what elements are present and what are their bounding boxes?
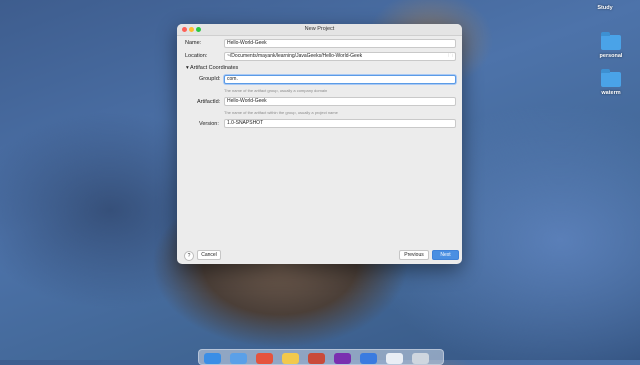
dock-app-app-5-icon[interactable]: [308, 353, 325, 364]
desktop-folder-label: Study: [597, 5, 613, 11]
location-field[interactable]: ~/Documents/mayank/learning/JavaGeeks/He…: [224, 52, 456, 61]
dock: [198, 349, 444, 365]
desktop-folder-label: waterm: [601, 90, 621, 96]
groupid-hint: The name of the artifact group, usually …: [224, 88, 328, 93]
folder-icon: [601, 32, 621, 50]
name-field[interactable]: Hello-World-Geek: [224, 39, 456, 48]
artifactid-field[interactable]: Hello-World-Geek: [224, 97, 456, 106]
dock-app-intellij-icon[interactable]: [334, 353, 351, 364]
dock-app-app-2-icon[interactable]: [230, 353, 247, 364]
section-title: Artifact Coordinates: [190, 65, 239, 71]
desktop-folder-waterm[interactable]: waterm: [591, 69, 631, 96]
artifactid-hint: The name of the artifact within the grou…: [224, 110, 338, 115]
version-label: Version:: [199, 121, 219, 127]
previous-button[interactable]: Previous: [399, 250, 429, 260]
dock-app-trash-icon[interactable]: [412, 353, 429, 364]
dock-app-calendar-icon[interactable]: [256, 353, 273, 364]
dialog-title: New Project: [304, 26, 335, 32]
folder-icon: [601, 69, 621, 87]
desktop-folder-label: personal: [599, 53, 623, 59]
chevron-down-icon: ▾: [186, 65, 189, 71]
desktop-folder-personal[interactable]: personal: [591, 32, 631, 59]
dialog-titlebar: New Project: [177, 24, 462, 36]
desktop-folder-study[interactable]: Study: [585, 2, 625, 11]
dock-app-app-8-icon[interactable]: [386, 353, 403, 364]
help-button[interactable]: ?: [184, 251, 194, 261]
artifact-coordinates-header[interactable]: ▾ Artifact Coordinates: [186, 65, 238, 71]
new-project-dialog: New Project Name: Hello-World-Geek Locat…: [177, 24, 462, 264]
dock-app-notes-icon[interactable]: [282, 353, 299, 364]
location-label: Location:: [185, 53, 208, 59]
cancel-button[interactable]: Cancel: [197, 250, 221, 260]
dock-app-app-7-icon[interactable]: [360, 353, 377, 364]
browse-folder-icon[interactable]: 🗀: [448, 53, 453, 60]
next-button[interactable]: Next: [432, 250, 459, 260]
location-value: ~/Documents/mayank/learning/JavaGeeks/He…: [227, 53, 363, 59]
name-label: Name:: [185, 40, 202, 46]
groupid-label: GroupId:: [199, 76, 221, 82]
groupid-field[interactable]: com.: [224, 75, 456, 84]
dock-app-finder-icon[interactable]: [204, 353, 221, 364]
version-field[interactable]: 1.0-SNAPSHOT: [224, 119, 456, 128]
artifactid-label: ArtifactId:: [197, 99, 221, 105]
